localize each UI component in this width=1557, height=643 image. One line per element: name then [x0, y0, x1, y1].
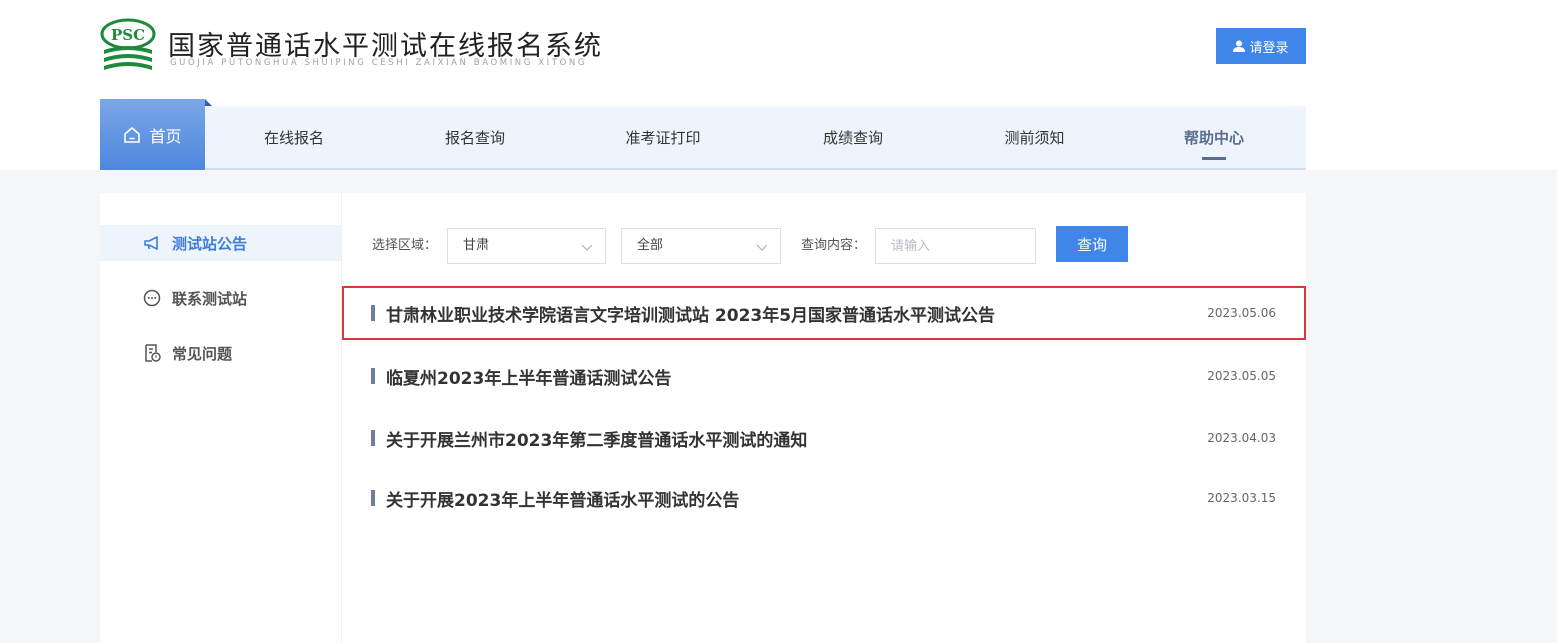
list-marker [371, 430, 375, 446]
sidebar-item-label: 测试站公告 [172, 234, 248, 253]
home-icon [124, 126, 141, 143]
sidebar-item-contact-station[interactable]: 联系测试站 [100, 280, 341, 316]
sub-region-select-value: 全部 [637, 238, 664, 253]
notice-title[interactable]: 临夏州2023年上半年普通话测试公告 [386, 364, 671, 389]
query-button[interactable]: 查询 [1056, 226, 1128, 262]
region-select-value: 甘肃 [463, 238, 490, 253]
user-icon [1233, 40, 1246, 52]
query-input[interactable] [875, 228, 1036, 264]
list-marker [371, 368, 375, 384]
nav-help-label: 帮助中心 [1183, 128, 1244, 147]
content-panel: 测试站公告 联系测试站 常见问题 选择区域： 甘肃 全部 查询内容： 查询 甘肃… [100, 193, 1306, 643]
notice-date: 2023.05.06 [1207, 306, 1276, 320]
svg-text:PSC: PSC [111, 26, 145, 44]
sidebar-item-faq[interactable]: 常见问题 [100, 335, 341, 371]
site-subtitle: GUOJIA PUTONGHUA SHUIPING CESHI ZAIXIAN … [170, 58, 588, 68]
nav-item-score-query[interactable]: 成绩查询 [759, 106, 947, 168]
notice-item[interactable]: 临夏州2023年上半年普通话测试公告 2023.05.05 [342, 349, 1306, 403]
nav-item-admission-ticket[interactable]: 准考证打印 [567, 106, 759, 168]
sub-region-select[interactable]: 全部 [621, 228, 781, 264]
sidebar-item-label: 联系测试站 [172, 289, 248, 308]
notice-date: 2023.04.03 [1207, 431, 1276, 445]
notice-title[interactable]: 关于开展2023年上半年普通话水平测试的公告 [386, 486, 739, 511]
region-select[interactable]: 甘肃 [447, 228, 606, 264]
nav-item-online-registration[interactable]: 在线报名 [205, 106, 383, 168]
login-label: 请登录 [1249, 40, 1289, 56]
chevron-down-icon [756, 244, 768, 251]
login-button[interactable]: 请登录 [1216, 28, 1306, 64]
nav-home-label: 首页 [149, 126, 182, 146]
nav-item-home[interactable]: 首页 [100, 99, 212, 170]
notice-title[interactable]: 关于开展兰州市2023年第二季度普通话水平测试的通知 [386, 426, 807, 451]
notice-title[interactable]: 甘肃林业职业技术学院语言文字培训测试站 2023年5月国家普通话水平测试公告 [386, 301, 995, 326]
chat-icon [143, 289, 161, 307]
list-marker [371, 490, 375, 506]
nav-item-registration-query[interactable]: 报名查询 [383, 106, 567, 168]
nav-item-pre-test-notice[interactable]: 测前须知 [947, 106, 1122, 168]
nav-item-help-center[interactable]: 帮助中心 [1122, 106, 1306, 168]
notice-date: 2023.05.05 [1207, 369, 1276, 383]
notice-item[interactable]: 关于开展2023年上半年普通话水平测试的公告 2023.03.15 [342, 471, 1306, 525]
list-marker [371, 305, 375, 321]
sidebar-item-label: 常见问题 [172, 344, 233, 363]
notice-item[interactable]: 甘肃林业职业技术学院语言文字培训测试站 2023年5月国家普通话水平测试公告 2… [342, 286, 1306, 340]
main-nav: 首页 在线报名 报名查询 准考证打印 成绩查询 测前须知 帮助中心 [100, 99, 1306, 170]
sidebar-item-station-notices[interactable]: 测试站公告 [100, 225, 341, 261]
megaphone-icon [144, 236, 158, 250]
header: PSC 国家普通话水平测试在线报名系统 GUOJIA PUTONGHUA SHU… [0, 0, 1557, 100]
psc-logo: PSC [100, 18, 156, 70]
notice-date: 2023.03.15 [1207, 491, 1276, 505]
active-underline [1202, 157, 1226, 160]
query-label: 查询内容： [801, 238, 867, 253]
notice-item[interactable]: 关于开展兰州市2023年第二季度普通话水平测试的通知 2023.04.03 [342, 411, 1306, 465]
chevron-down-icon [581, 244, 593, 251]
faq-document-icon [145, 344, 161, 362]
sidebar: 测试站公告 联系测试站 常见问题 [100, 193, 342, 643]
region-label: 选择区域： [372, 238, 438, 253]
